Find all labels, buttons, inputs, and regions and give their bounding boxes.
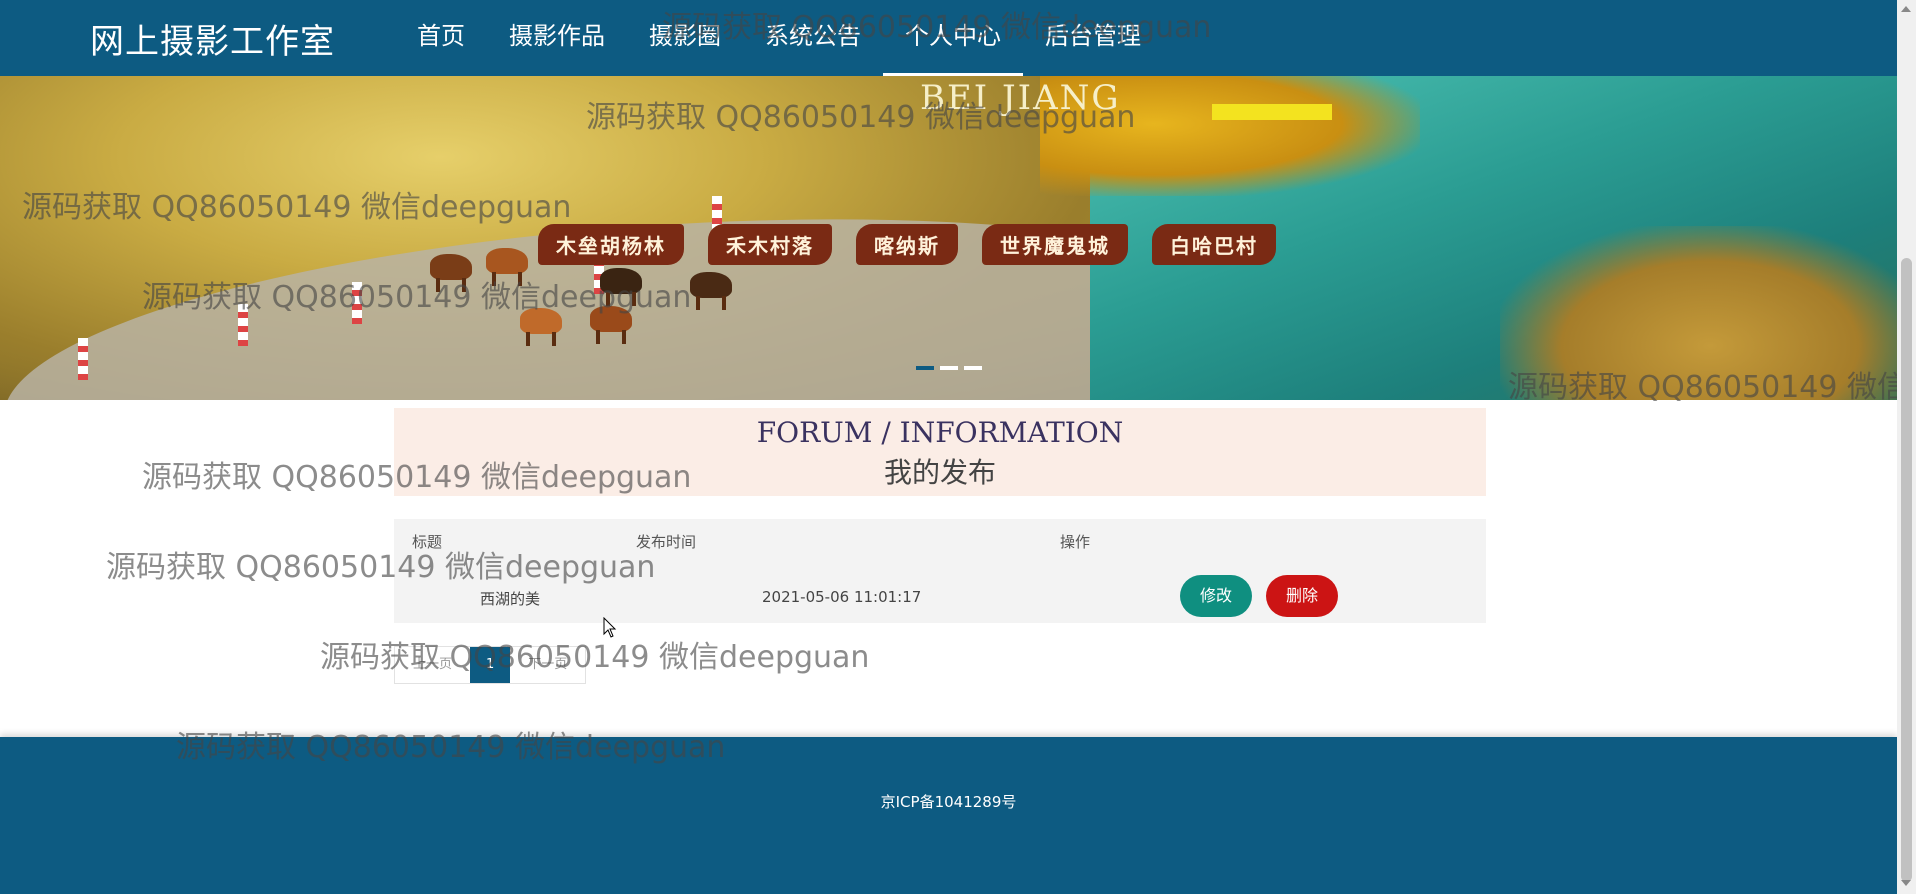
nav-item-personal-center[interactable]: 个人中心 xyxy=(883,0,1023,76)
nav-item-home[interactable]: 首页 xyxy=(395,0,487,76)
carousel-dot-1[interactable] xyxy=(916,366,934,370)
cow xyxy=(690,272,732,310)
section-title-cn: 我的发布 xyxy=(883,456,996,489)
banner-river-bank xyxy=(1500,226,1897,400)
scroll-down-icon[interactable] xyxy=(1901,880,1911,886)
carousel-indicators xyxy=(916,366,982,370)
cow xyxy=(520,308,562,346)
nav-item-circle[interactable]: 摄影圈 xyxy=(627,0,743,76)
nav-item-admin[interactable]: 后台管理 xyxy=(1023,0,1163,76)
road-post xyxy=(238,304,248,346)
mouse-cursor-icon xyxy=(603,617,617,638)
road-post xyxy=(352,282,362,324)
current-page-button[interactable]: 1 xyxy=(470,647,511,683)
cow xyxy=(486,248,528,286)
pagination: 上一页 1 下一页 xyxy=(394,646,587,684)
icp-record: 京ICP备1041289号 xyxy=(880,793,1017,811)
carousel-dot-3[interactable] xyxy=(964,366,982,370)
cow xyxy=(430,254,472,292)
banner-carousel[interactable]: BEI JIANG 木垒胡杨林 禾木村落 喀纳斯 世界魔鬼城 白哈巴村 xyxy=(0,76,1897,400)
cow xyxy=(590,306,632,344)
prev-page-button[interactable]: 上一页 xyxy=(395,647,470,683)
top-navbar: 网上摄影工作室 首页 摄影作品 摄影圈 系统公告 个人中心 后台管理 xyxy=(0,0,1897,76)
banner-accent-bar xyxy=(1212,104,1332,120)
banner-subtitle: BEI JIANG xyxy=(920,78,1121,118)
nav-item-announcements[interactable]: 系统公告 xyxy=(743,0,883,76)
posts-table: 标题 发布时间 操作 西湖的美 2021-05-06 11:01:17 修改 删… xyxy=(394,519,1486,623)
banner-tag: 世界魔鬼城 xyxy=(982,224,1128,265)
section-title-en: FORUM / INFORMATION xyxy=(756,416,1124,449)
banner-tag: 喀纳斯 xyxy=(856,224,958,265)
banner-tag: 白哈巴村 xyxy=(1152,224,1276,265)
vertical-scrollbar[interactable] xyxy=(1897,0,1916,894)
row-time: 2021-05-06 11:01:17 xyxy=(762,588,922,606)
scroll-up-icon[interactable] xyxy=(1901,6,1911,12)
nav-item-works[interactable]: 摄影作品 xyxy=(487,0,627,76)
banner-tags: 木垒胡杨林 禾木村落 喀纳斯 世界魔鬼城 白哈巴村 xyxy=(538,224,1276,265)
column-header-actions: 操作 xyxy=(1060,533,1091,551)
banner-tag: 木垒胡杨林 xyxy=(538,224,684,265)
banner-tag: 禾木村落 xyxy=(708,224,832,265)
column-header-title: 标题 xyxy=(412,533,443,551)
page: 网上摄影工作室 首页 摄影作品 摄影圈 系统公告 个人中心 后台管理 BEI J… xyxy=(0,0,1897,894)
main-nav: 首页 摄影作品 摄影圈 系统公告 个人中心 后台管理 xyxy=(395,0,1163,76)
next-page-button[interactable]: 下一页 xyxy=(510,647,585,683)
section-title-box: FORUM / INFORMATION 我的发布 xyxy=(394,408,1486,496)
column-header-time: 发布时间 xyxy=(636,533,697,551)
scrollbar-thumb[interactable] xyxy=(1901,258,1912,882)
site-brand[interactable]: 网上摄影工作室 xyxy=(90,14,335,63)
edit-button[interactable]: 修改 xyxy=(1180,575,1252,617)
delete-button[interactable]: 删除 xyxy=(1266,575,1338,617)
footer: 京ICP备1041289号 xyxy=(0,737,1897,894)
row-title[interactable]: 西湖的美 xyxy=(480,588,540,609)
road-post xyxy=(78,338,88,380)
carousel-dot-2[interactable] xyxy=(940,366,958,370)
cow xyxy=(600,268,642,306)
